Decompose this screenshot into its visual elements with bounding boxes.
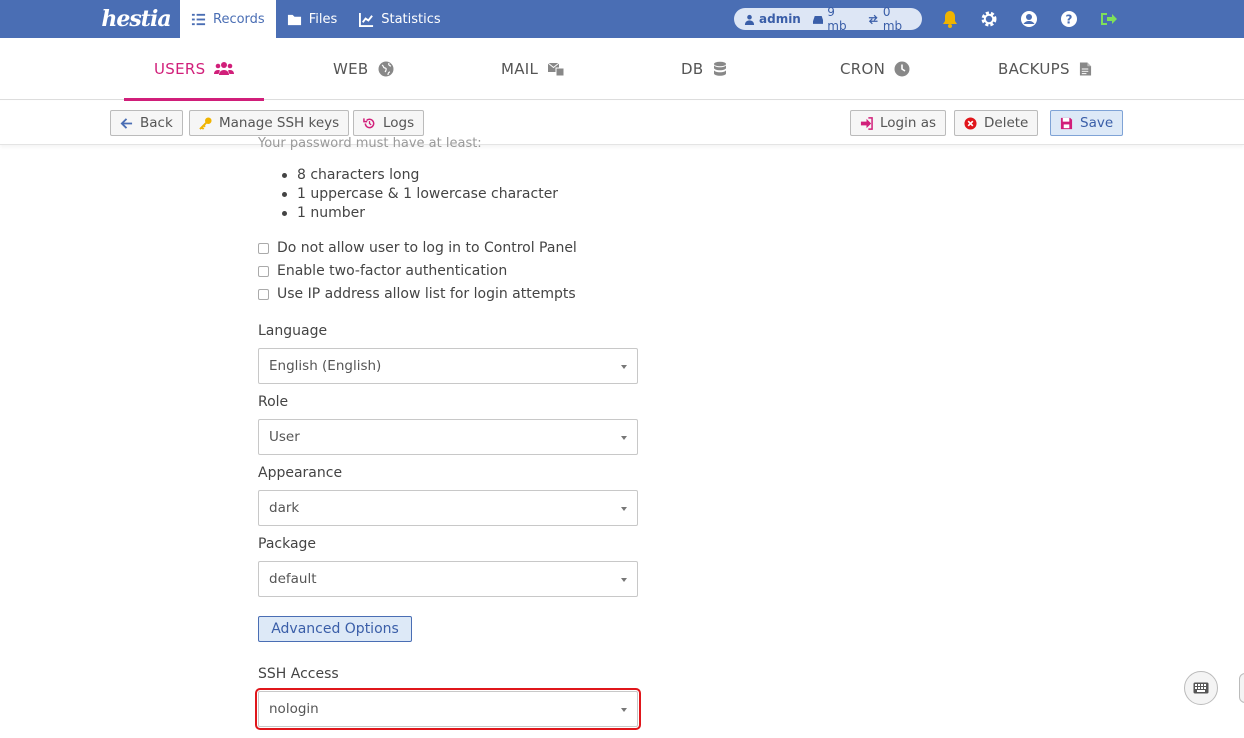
caret-down-icon bbox=[621, 436, 627, 440]
role-label: Role bbox=[258, 394, 289, 410]
logs-button[interactable]: Logs bbox=[353, 110, 425, 136]
ssh-access-select[interactable]: nologin bbox=[255, 688, 641, 730]
svg-text:?: ? bbox=[1066, 13, 1073, 27]
help-icon[interactable]: ? bbox=[1060, 10, 1078, 28]
login-as-button[interactable]: Login as bbox=[850, 110, 947, 136]
password-requirements: 8 characters long 1 uppercase & 1 lowerc… bbox=[282, 166, 558, 223]
tab-backups[interactable]: BACKUPS bbox=[998, 38, 1092, 100]
logout-icon[interactable] bbox=[1099, 10, 1117, 28]
nav-statistics-label: Statistics bbox=[381, 11, 441, 27]
tab-mail[interactable]: MAIL bbox=[501, 38, 565, 100]
transfer-icon bbox=[869, 14, 878, 24]
keyboard-icon bbox=[1193, 682, 1209, 694]
tab-cron[interactable]: CRON bbox=[840, 38, 910, 100]
quota-bandwidth: 0 mb bbox=[868, 5, 912, 33]
caret-down-icon bbox=[621, 365, 627, 369]
user-icon bbox=[744, 14, 755, 25]
language-select[interactable]: English (English) bbox=[258, 348, 638, 384]
sign-in-icon bbox=[860, 116, 873, 130]
key-icon bbox=[199, 116, 212, 130]
user-circle-icon[interactable] bbox=[1020, 10, 1038, 28]
section-tabs: USERS WEB MAIL DB CRON BACKUPS bbox=[0, 38, 1244, 101]
back-button[interactable]: Back bbox=[110, 110, 183, 136]
bell-icon[interactable] bbox=[941, 10, 959, 28]
database-icon bbox=[714, 61, 727, 76]
scroll-to-top-button[interactable] bbox=[1239, 673, 1244, 703]
language-label: Language bbox=[258, 323, 328, 339]
hdd-icon bbox=[812, 15, 824, 24]
globe-icon bbox=[378, 61, 393, 77]
disable-login-checkbox[interactable]: Do not allow user to log in to Control P… bbox=[258, 240, 577, 256]
list-item: 8 characters long bbox=[282, 166, 558, 185]
keyboard-shortcuts-button[interactable] bbox=[1184, 671, 1218, 705]
floppy-icon bbox=[1060, 117, 1073, 129]
quota-disk: 9 mb bbox=[812, 5, 857, 33]
nav-files-label: Files bbox=[308, 11, 338, 27]
quota-user: admin bbox=[744, 12, 801, 26]
list-item: 1 number bbox=[282, 204, 558, 223]
caret-down-icon bbox=[621, 507, 627, 511]
gear-icon[interactable] bbox=[980, 10, 998, 28]
ip-allow-list-checkbox[interactable]: Use IP address allow list for login atte… bbox=[258, 286, 576, 302]
clock-icon bbox=[894, 61, 910, 77]
delete-icon bbox=[964, 116, 977, 130]
role-select[interactable]: User bbox=[258, 419, 638, 455]
action-toolbar: Back Manage SSH keys Logs Login as Delet… bbox=[0, 101, 1244, 145]
list-item: 1 uppercase & 1 lowercase character bbox=[282, 185, 558, 204]
hestia-logo[interactable]: hestia bbox=[101, 2, 171, 36]
tab-users[interactable]: USERS bbox=[123, 38, 266, 101]
checkbox-box[interactable] bbox=[258, 242, 269, 254]
nav-files[interactable]: Files bbox=[276, 0, 349, 38]
appearance-select[interactable]: dark bbox=[258, 490, 638, 526]
chart-icon bbox=[359, 12, 374, 27]
tab-web[interactable]: WEB bbox=[333, 38, 394, 100]
nav-records-label: Records bbox=[213, 11, 265, 27]
users-icon bbox=[214, 62, 235, 75]
manage-ssh-keys-button[interactable]: Manage SSH keys bbox=[189, 110, 350, 136]
caret-down-icon bbox=[621, 708, 627, 712]
caret-down-icon bbox=[621, 578, 627, 582]
ssh-access-label: SSH Access bbox=[258, 666, 339, 682]
two-factor-checkbox[interactable]: Enable two-factor authentication bbox=[258, 263, 507, 279]
save-button[interactable]: Save bbox=[1050, 110, 1124, 136]
delete-button[interactable]: Delete bbox=[954, 110, 1039, 136]
folder-icon bbox=[287, 14, 301, 25]
arrow-left-icon bbox=[120, 117, 133, 129]
user-quota-badge[interactable]: admin 9 mb 0 mb bbox=[734, 5, 922, 33]
list-icon bbox=[191, 13, 206, 25]
package-label: Package bbox=[258, 536, 317, 552]
package-select[interactable]: default bbox=[258, 561, 638, 597]
file-icon bbox=[1079, 62, 1091, 76]
top-nav: Records Files Statistics bbox=[180, 0, 452, 38]
appearance-label: Appearance bbox=[258, 465, 343, 481]
history-icon bbox=[363, 117, 375, 128]
checkbox-box[interactable] bbox=[258, 265, 269, 277]
checkbox-box[interactable] bbox=[258, 288, 269, 300]
password-note: Your password must have at least: bbox=[258, 136, 482, 151]
mail-icon bbox=[547, 62, 565, 77]
nav-records[interactable]: Records bbox=[180, 0, 276, 38]
advanced-options-button[interactable]: Advanced Options bbox=[258, 616, 412, 642]
top-navbar: hestia Records Files Statistics admin 9 … bbox=[0, 0, 1244, 38]
nav-statistics[interactable]: Statistics bbox=[348, 0, 451, 38]
user-edit-form: Your password must have at least: 8 char… bbox=[0, 136, 1244, 738]
tab-db[interactable]: DB bbox=[681, 38, 728, 100]
